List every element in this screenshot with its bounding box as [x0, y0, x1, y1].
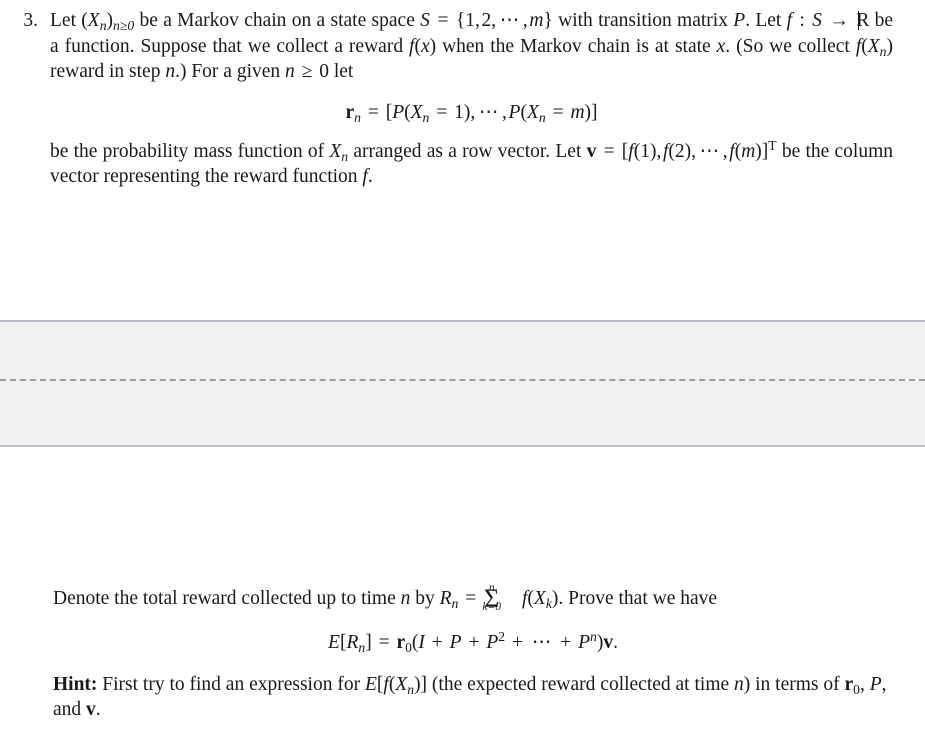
- hint-text: First try to find an expression for E[f(…: [53, 673, 887, 721]
- problem-number: 3.: [23, 10, 38, 31]
- separator-band: [0, 320, 925, 447]
- hint-label: Hint:: [53, 673, 98, 695]
- dashed-divider-line: [0, 379, 925, 381]
- problem-row: 3. Let (Xn)n≥0 be a Markov chain on a st…: [0, 0, 925, 190]
- statement-paragraph-3: Denote the total reward collected up to …: [53, 582, 893, 613]
- paragraph-1-text: Let (Xn)n≥0 be a Markov chain on a state…: [50, 10, 894, 82]
- paragraph-2-text: be the probability mass function of Xn a…: [50, 137, 894, 187]
- problem-body: Let (Xn)n≥0 be a Markov chain on a state…: [50, 0, 925, 190]
- problem-statement-block: 3. Let (Xn)n≥0 be a Markov chain on a st…: [0, 0, 925, 190]
- statement-paragraph-1: Let (Xn)n≥0 be a Markov chain on a state…: [50, 8, 893, 85]
- hint-paragraph: Hint: First try to find an expression fo…: [53, 672, 893, 723]
- paragraph-3-text: Denote the total reward collected up to …: [53, 582, 718, 613]
- document-page: 3. Let (Xn)n≥0 be a Markov chain on a st…: [0, 0, 925, 736]
- lower-content-block: Denote the total reward collected up to …: [0, 582, 925, 723]
- statement-paragraph-2: be the probability mass function of Xn a…: [50, 137, 894, 190]
- display-equation-1: rn = [P(Xn = 1), ⋯ , P(Xn = m)]: [345, 101, 598, 125]
- display-equation-2: E[Rn] = r0(I + P + P2 + ⋯ + Pn)v.: [328, 628, 618, 655]
